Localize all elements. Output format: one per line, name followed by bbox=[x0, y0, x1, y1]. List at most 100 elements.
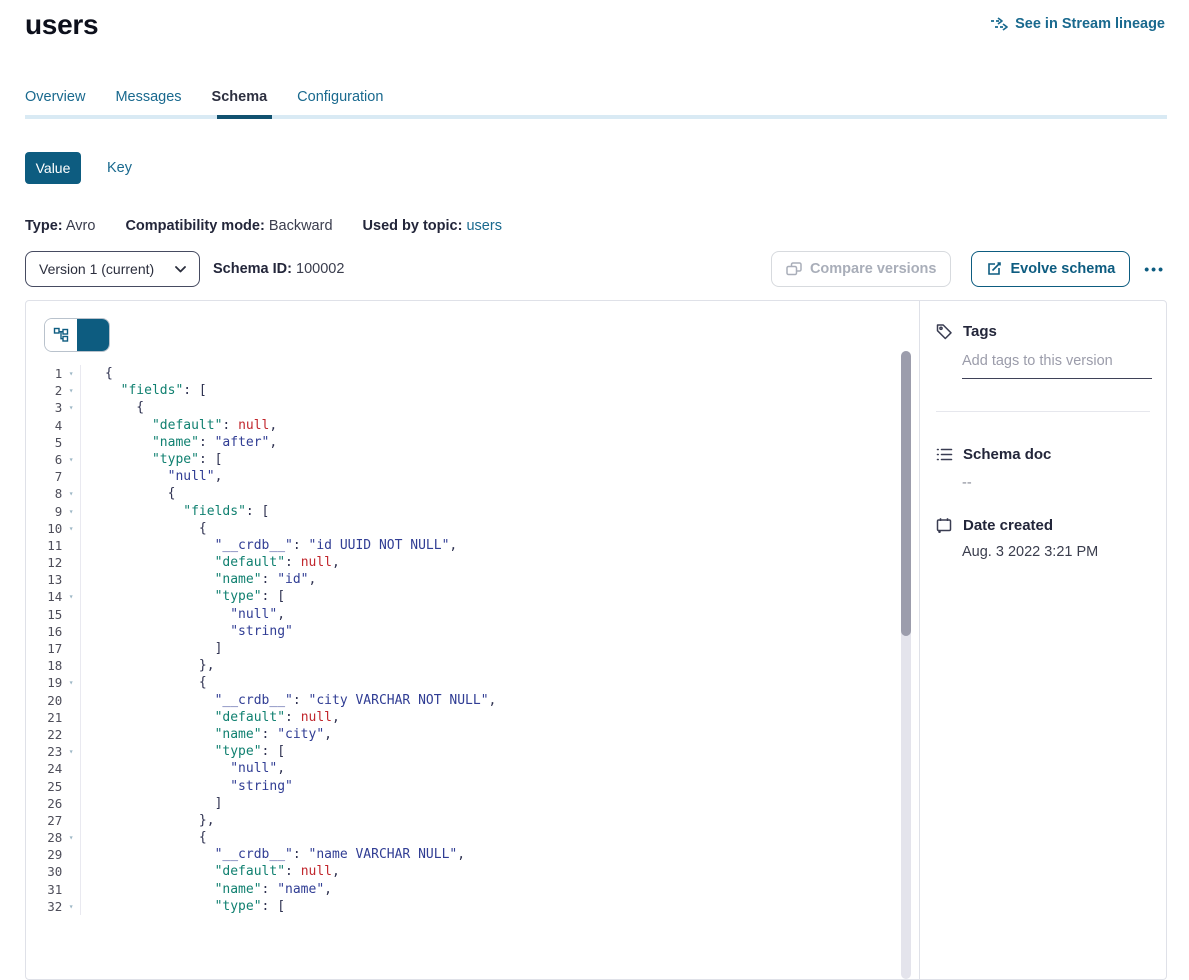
version-select-value: Version 1 (current) bbox=[39, 261, 154, 277]
fold-arrow-icon[interactable]: ▾ bbox=[62, 485, 80, 502]
code-line: 27 }, bbox=[26, 812, 919, 829]
code-text: "default": null, bbox=[81, 417, 277, 434]
chevron-down-icon bbox=[175, 266, 186, 273]
value-tab-button[interactable]: Value bbox=[25, 152, 81, 184]
fold-arrow-icon[interactable]: ▾ bbox=[62, 898, 80, 915]
code-line: 12 "default": null, bbox=[26, 554, 919, 571]
code-text: "default": null, bbox=[81, 863, 340, 880]
line-number: 5 bbox=[26, 434, 62, 451]
schema-doc-header: Schema doc bbox=[936, 446, 1150, 463]
line-number: 23 bbox=[26, 743, 62, 760]
fold-spacer bbox=[62, 881, 80, 898]
schema-doc-section: Schema doc -- bbox=[936, 446, 1150, 491]
code-line: 29 "__crdb__": "name VARCHAR NULL", bbox=[26, 846, 919, 863]
line-number: 13 bbox=[26, 571, 62, 588]
code-line: 22 "name": "city", bbox=[26, 726, 919, 743]
code-line: 23▾ "type": [ bbox=[26, 743, 919, 760]
code-lines: 1▾{2▾ "fields": [3▾ {4 "default": null,5… bbox=[26, 365, 919, 915]
code-line: 8▾ { bbox=[26, 485, 919, 502]
evolve-schema-button[interactable]: Evolve schema bbox=[971, 251, 1130, 287]
date-created-value: Aug. 3 2022 3:21 PM bbox=[962, 544, 1150, 560]
tags-title: Tags bbox=[963, 323, 997, 340]
line-number: 15 bbox=[26, 606, 62, 623]
line-number: 27 bbox=[26, 812, 62, 829]
line-number: 29 bbox=[26, 846, 62, 863]
value-key-toggle: Value Key bbox=[25, 152, 1189, 184]
code-text: "default": null, bbox=[81, 709, 340, 726]
code-text: "type": [ bbox=[81, 743, 285, 760]
fold-spacer bbox=[62, 795, 80, 812]
code-line: 9▾ "fields": [ bbox=[26, 503, 919, 520]
tab-schema[interactable]: Schema bbox=[212, 89, 268, 105]
fold-arrow-icon[interactable]: ▾ bbox=[62, 743, 80, 760]
code-text: "type": [ bbox=[81, 588, 285, 605]
compare-versions-label: Compare versions bbox=[810, 261, 937, 277]
code-line: 24 "null", bbox=[26, 760, 919, 777]
code-text: "__crdb__": "id UUID NOT NULL", bbox=[81, 537, 457, 554]
fold-spacer bbox=[62, 760, 80, 777]
code-line: 25 "string" bbox=[26, 778, 919, 795]
stream-lineage-link[interactable]: See in Stream lineage bbox=[990, 16, 1165, 32]
editor-scrollbar-track[interactable] bbox=[901, 351, 911, 979]
line-number: 30 bbox=[26, 863, 62, 880]
add-tags-input[interactable] bbox=[962, 353, 1152, 379]
tree-view-button[interactable] bbox=[45, 319, 77, 351]
tab-messages[interactable]: Messages bbox=[115, 89, 181, 105]
topic-link[interactable]: users bbox=[466, 218, 501, 234]
code-text: "string" bbox=[81, 778, 293, 795]
fold-spacer bbox=[62, 726, 80, 743]
code-text: "null", bbox=[81, 606, 285, 623]
compatibility-value: Backward bbox=[269, 218, 333, 234]
schema-panel: 1▾{2▾ "fields": [3▾ {4 "default": null,5… bbox=[25, 300, 1167, 980]
line-number: 19 bbox=[26, 674, 62, 691]
stream-lineage-icon bbox=[990, 17, 1008, 31]
line-number: 18 bbox=[26, 657, 62, 674]
code-text: "fields": [ bbox=[81, 503, 269, 520]
code-text: }, bbox=[81, 812, 215, 829]
code-text: { bbox=[81, 399, 144, 416]
code-text: { bbox=[81, 485, 175, 502]
editor-scrollbar-thumb[interactable] bbox=[901, 351, 911, 636]
fold-arrow-icon[interactable]: ▾ bbox=[62, 451, 80, 468]
code-line: 32▾ "type": [ bbox=[26, 898, 919, 915]
fold-spacer bbox=[62, 554, 80, 571]
date-created-title: Date created bbox=[963, 517, 1053, 534]
more-actions-button[interactable]: ••• bbox=[1144, 261, 1165, 277]
fold-spacer bbox=[62, 417, 80, 434]
fold-arrow-icon[interactable]: ▾ bbox=[62, 520, 80, 537]
fold-spacer bbox=[62, 623, 80, 640]
fold-arrow-icon[interactable]: ▾ bbox=[62, 399, 80, 416]
code-text: { bbox=[81, 674, 207, 691]
code-line: 2▾ "fields": [ bbox=[26, 382, 919, 399]
code-view-button[interactable] bbox=[77, 319, 109, 351]
tag-icon bbox=[936, 323, 953, 340]
code-text: "type": [ bbox=[81, 451, 222, 468]
date-created-header: Date created bbox=[936, 517, 1150, 534]
line-number: 28 bbox=[26, 829, 62, 846]
schema-doc-value: -- bbox=[962, 475, 1150, 491]
code-editor: 1▾{2▾ "fields": [3▾ {4 "default": null,5… bbox=[26, 365, 919, 915]
fold-arrow-icon[interactable]: ▾ bbox=[62, 829, 80, 846]
version-select[interactable]: Version 1 (current) bbox=[25, 251, 200, 287]
fold-arrow-icon[interactable]: ▾ bbox=[62, 503, 80, 520]
tab-configuration[interactable]: Configuration bbox=[297, 89, 383, 105]
key-tab-link[interactable]: Key bbox=[107, 160, 132, 176]
fold-arrow-icon[interactable]: ▾ bbox=[62, 382, 80, 399]
tab-bar: Overview Messages Schema Configuration bbox=[0, 89, 1189, 105]
fold-spacer bbox=[62, 434, 80, 451]
line-number: 17 bbox=[26, 640, 62, 657]
fold-spacer bbox=[62, 692, 80, 709]
code-line: 30 "default": null, bbox=[26, 863, 919, 880]
fold-arrow-icon[interactable]: ▾ bbox=[62, 588, 80, 605]
tab-overview[interactable]: Overview bbox=[25, 89, 85, 105]
compare-versions-button[interactable]: Compare versions bbox=[771, 251, 952, 287]
fold-spacer bbox=[62, 606, 80, 623]
fold-arrow-icon[interactable]: ▾ bbox=[62, 674, 80, 691]
fold-spacer bbox=[62, 640, 80, 657]
fold-arrow-icon[interactable]: ▾ bbox=[62, 365, 80, 382]
stream-lineage-label: See in Stream lineage bbox=[1015, 16, 1165, 32]
code-text: { bbox=[81, 365, 113, 382]
fold-spacer bbox=[62, 657, 80, 674]
code-text: { bbox=[81, 520, 207, 537]
evolve-schema-label: Evolve schema bbox=[1010, 261, 1115, 277]
